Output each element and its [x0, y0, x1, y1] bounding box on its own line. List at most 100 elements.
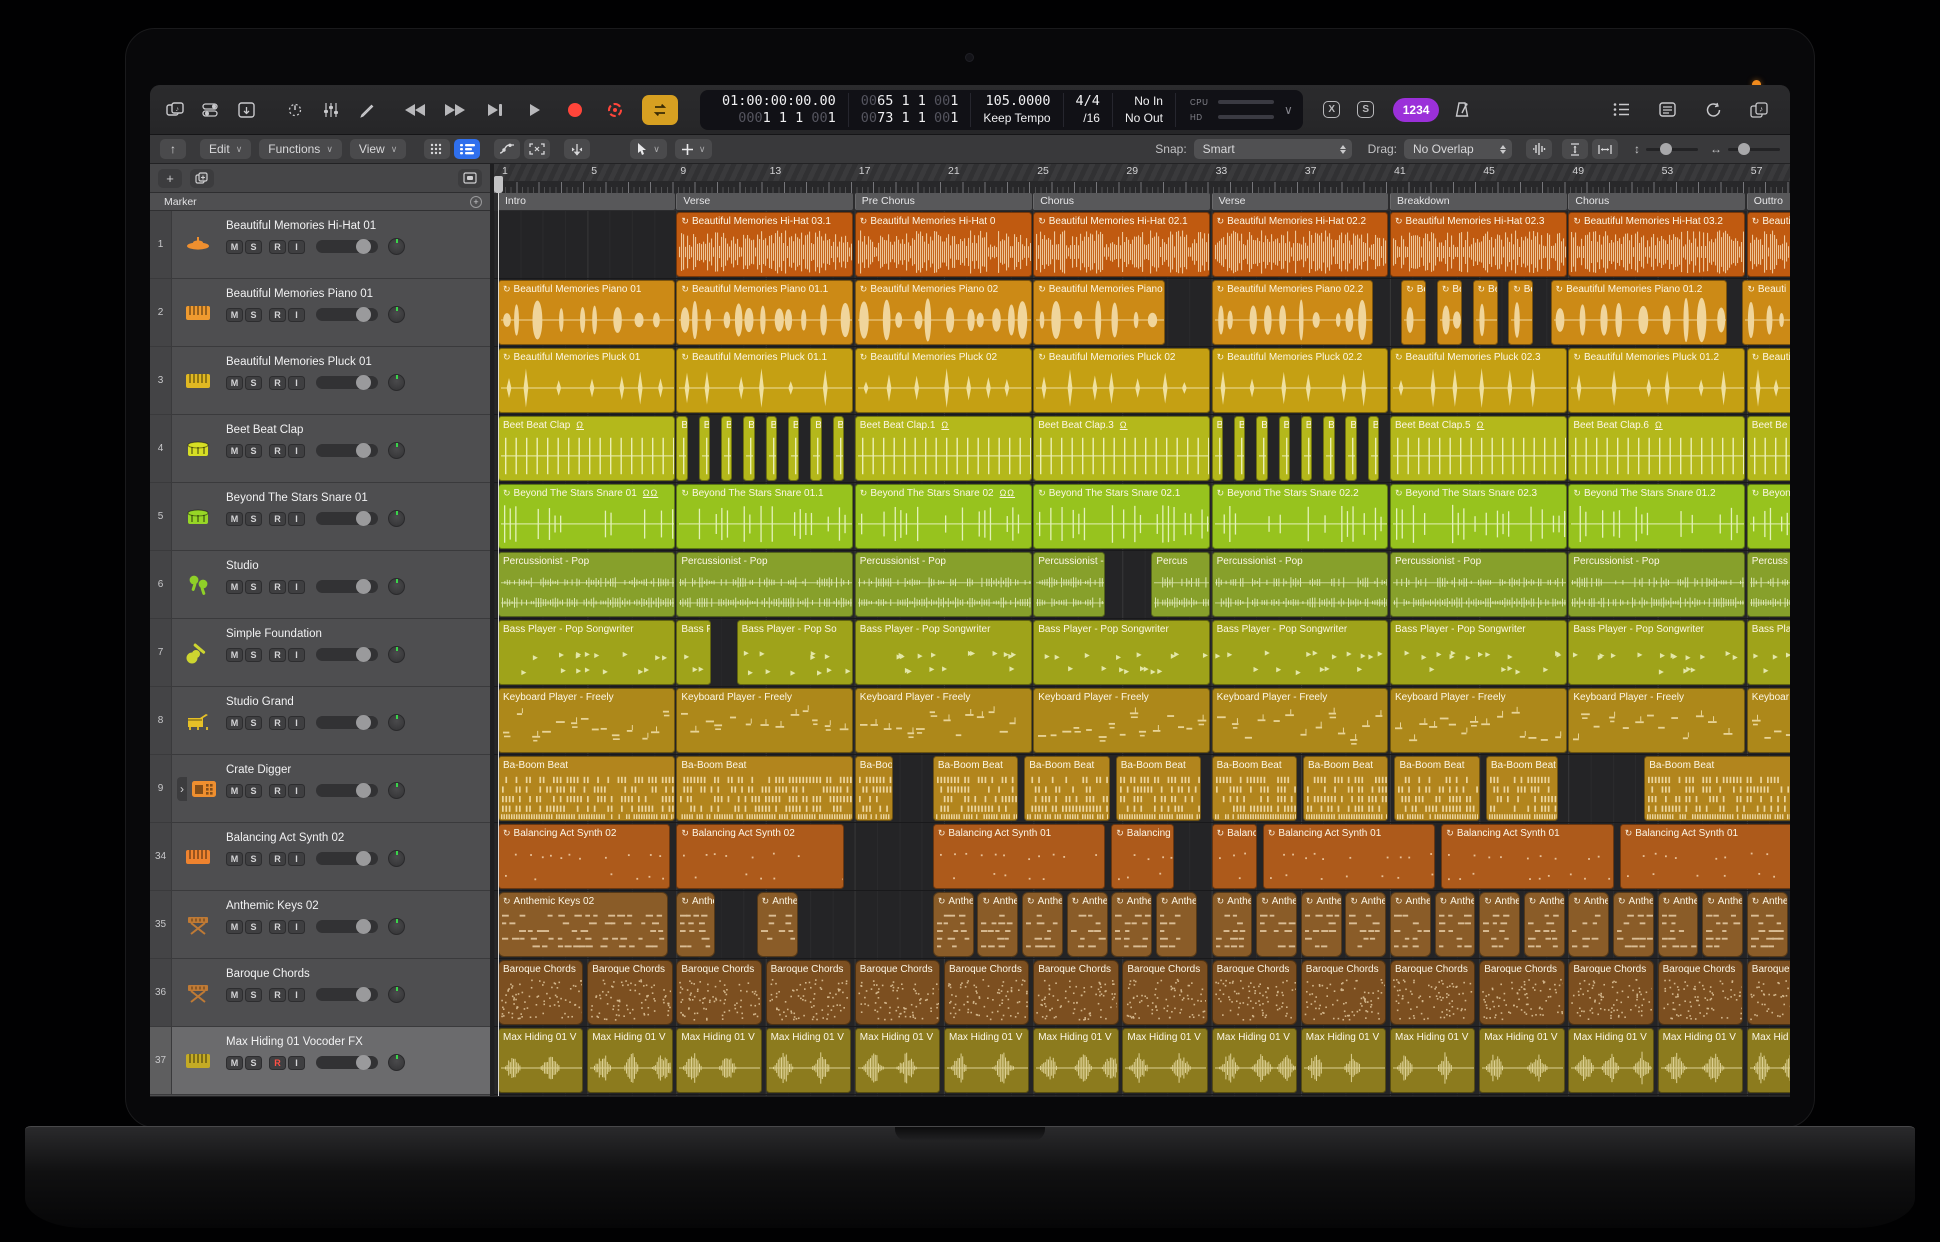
region[interactable]: B	[765, 416, 778, 481]
region[interactable]: Percussionist - Pop	[1390, 552, 1567, 617]
arrangement-marker[interactable]: Pre Chorus	[854, 193, 1032, 210]
edit-menu[interactable]: Edit ∨	[200, 139, 252, 159]
track-row[interactable]: 1 Beautiful Memories Hi-Hat 01 M S R I	[150, 211, 490, 279]
skip-next-button[interactable]	[482, 95, 508, 125]
track-row[interactable]: 36 Baroque Chords M S R I	[150, 959, 490, 1027]
region[interactable]: ↻ Beautiful Memories Pluck 02	[1033, 348, 1211, 413]
region[interactable]: ↻ Balancing Act Synth 01	[1619, 824, 1790, 889]
media-browser-icon[interactable]: ♪	[1746, 95, 1772, 125]
region[interactable]: ↻ Beautiful Memories Piano 02	[1033, 280, 1166, 345]
region[interactable]: ↻ Balancing Act Synth 01	[932, 824, 1106, 889]
region[interactable]: ↻Anthe	[1345, 892, 1387, 957]
waveform-zoom-button[interactable]	[1526, 139, 1552, 159]
pan-knob[interactable]	[388, 714, 405, 731]
region[interactable]: Percussionist - P	[1033, 552, 1106, 617]
mute-button[interactable]: M	[226, 783, 243, 798]
input-monitor-button[interactable]: I	[288, 987, 305, 1002]
region[interactable]: ↻Anthe	[1390, 892, 1431, 957]
region[interactable]: Percuss	[1746, 552, 1790, 617]
input-monitor-button[interactable]: I	[288, 715, 305, 730]
region[interactable]: B	[1278, 416, 1290, 481]
region[interactable]: Keyboard Player - Freely	[498, 688, 675, 753]
region[interactable]: Ba-Boom Beat	[1303, 756, 1389, 821]
track-row[interactable]: 2 Beautiful Memories Piano 01 M S R I	[150, 279, 490, 347]
disclosure-chevron-icon[interactable]: ›	[177, 776, 187, 801]
record-enable-button[interactable]: R	[269, 715, 286, 730]
region[interactable]: Keyboard Player - Freely	[854, 688, 1032, 753]
arrangement-marker[interactable]: Verse	[676, 193, 854, 210]
record-enable-button[interactable]: R	[269, 1055, 286, 1070]
region[interactable]: ↻ Beautiful Memories Pluck 02.2	[1211, 348, 1389, 413]
arrangement-marker[interactable]: Chorus	[1033, 193, 1211, 210]
volume-slider[interactable]	[316, 851, 378, 866]
input-monitor-button[interactable]: I	[288, 851, 305, 866]
drag-select[interactable]: No Overlap	[1404, 139, 1512, 159]
lcd-disclosure-chevron[interactable]: ∨	[1282, 93, 1295, 127]
record-enable-button[interactable]: R	[269, 579, 286, 594]
track-row[interactable]: 37 Max Hiding 01 Vocoder FX M S R I	[150, 1027, 490, 1095]
s-badge-button[interactable]: S	[1353, 97, 1379, 123]
region[interactable]: Ba-Boom Beat	[1485, 756, 1558, 821]
track-row[interactable]: 7 Simple Foundation M S R I	[150, 619, 490, 687]
tuner-icon[interactable]	[282, 95, 308, 125]
arrange-area[interactable]: 1 5 9 13 17 21 25 29 33 37 41 45 49 53 57 Intro Verse Pr…	[490, 164, 1790, 1096]
nav-up-icon[interactable]: ↑	[160, 139, 186, 159]
mute-button[interactable]: M	[226, 647, 243, 662]
track-row[interactable]: 3 Beautiful Memories Pluck 01 M S R I	[150, 347, 490, 415]
region[interactable]: Ba-Boom Beat	[1115, 756, 1202, 821]
record-enable-button[interactable]: R	[269, 647, 286, 662]
region[interactable]: ↻ Balancing	[1111, 824, 1175, 889]
rewind-button[interactable]	[402, 95, 428, 125]
region[interactable]: ↻ Beyond The Stars Snare 02 ΩΩ	[854, 484, 1032, 549]
solo-button[interactable]: S	[245, 511, 262, 526]
mute-button[interactable]: M	[226, 919, 243, 934]
region[interactable]: Max Hiding 01 V	[1479, 1028, 1565, 1093]
volume-slider[interactable]	[316, 783, 378, 798]
region[interactable]: Bass P	[676, 620, 711, 685]
input-monitor-button[interactable]: I	[288, 647, 305, 662]
region[interactable]: Beet Beat Clap.6 Ω	[1568, 416, 1746, 481]
region[interactable]: Max Hiding 01 V	[1122, 1028, 1208, 1093]
region[interactable]: ↻ Beautiful Memories Piano 01.2	[1550, 280, 1728, 345]
region[interactable]: Percussionist - Pop	[854, 552, 1032, 617]
volume-slider[interactable]	[316, 511, 378, 526]
track-row[interactable]: 8 Studio Grand M S R I	[150, 687, 490, 755]
mute-button[interactable]: M	[226, 1055, 243, 1070]
pan-knob[interactable]	[388, 986, 405, 1003]
vertical-zoom-slider[interactable]: ↕	[1634, 142, 1698, 156]
solo-button[interactable]: S	[245, 783, 262, 798]
solo-button[interactable]: S	[245, 239, 262, 254]
region[interactable]: B	[832, 416, 844, 481]
forward-button[interactable]	[442, 95, 468, 125]
volume-slider[interactable]	[316, 1055, 378, 1070]
mute-button[interactable]: M	[226, 239, 243, 254]
region[interactable]: Bass Pla	[1746, 620, 1790, 685]
smart-controls-icon[interactable]	[198, 95, 224, 125]
region[interactable]: Ba-Boom Beat	[1024, 756, 1110, 821]
region[interactable]: ↻Anthe	[1657, 892, 1699, 957]
region[interactable]: Keyboard Player - Freely	[676, 688, 854, 753]
region[interactable]: Max Hiding 01 V	[765, 1028, 852, 1093]
lcd-tempo[interactable]: 105.0000 Keep Tempo	[971, 92, 1064, 127]
solo-button[interactable]: S	[245, 987, 262, 1002]
region[interactable]: ↻ Beautiful Memories Hi-Hat 02.1	[1033, 212, 1211, 277]
region[interactable]: ↻Anthe	[1022, 892, 1063, 957]
track-row[interactable]: 4 Beet Beat Clap M S R I	[150, 415, 490, 483]
volume-slider[interactable]	[316, 375, 378, 390]
region[interactable]: Keyboard Player - Freely	[1390, 688, 1567, 753]
region[interactable]: B	[743, 416, 755, 481]
lcd-display[interactable]: 01:00:00:00.00 0001 1 1 001 0065 1 1 001…	[700, 89, 1303, 130]
region[interactable]: ↻Be	[1508, 280, 1534, 345]
list-view-button[interactable]	[454, 139, 481, 159]
region[interactable]: ↻Anthe	[1211, 892, 1253, 957]
region[interactable]: ↻ Beyond The Stars Snare 02.3	[1390, 484, 1567, 549]
region[interactable]: Bass Player - Pop Songwriter	[1211, 620, 1389, 685]
input-monitor-button[interactable]: I	[288, 239, 305, 254]
horizontal-auto-zoom-button[interactable]	[1592, 139, 1618, 159]
region[interactable]: Ba-Boom Beat	[1394, 756, 1480, 821]
region[interactable]: ↻ Beautiful Memories Pluck 01	[498, 348, 675, 413]
region[interactable]: ↻ Beautiful Memories Pluck 02.3	[1390, 348, 1567, 413]
track-row[interactable]: 6 Studio M S R I	[150, 551, 490, 619]
lcd-position[interactable]: 0065 1 1 001 0073 1 1 001	[849, 92, 972, 127]
arrangement-marker[interactable]: Verse	[1211, 193, 1389, 210]
